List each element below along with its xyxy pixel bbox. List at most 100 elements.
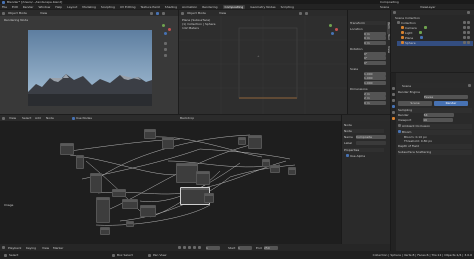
gizmo-x-icon[interactable] [335,28,338,31]
node-output[interactable] [288,167,296,175]
image-editor-area[interactable]: Object Mode View Plane (Subsurface) (1) … [179,10,347,114]
node-render-layers[interactable] [60,143,74,155]
node-glare[interactable] [162,137,174,149]
output-tab-icon[interactable] [392,99,395,102]
pan-hand-icon[interactable] [164,48,167,51]
eye-icon[interactable] [463,26,466,29]
editor-type-icon[interactable] [393,11,396,14]
node-node-menu[interactable]: Node [46,116,56,120]
viewport-area[interactable]: Object Mode View Rendering Node [0,10,178,114]
node-input-b[interactable] [90,173,102,193]
tab-animation[interactable]: Animation [182,5,197,9]
node-editor-area[interactable]: View Select Add Node Use Nodes Backdrop [0,115,341,244]
node-reroute-b[interactable] [126,221,134,227]
outliner-scene-collection[interactable]: Scene Collection [395,16,465,20]
node-add-menu[interactable]: Add [35,116,45,120]
node-view-menu[interactable]: View [9,116,21,120]
play-icon[interactable] [188,246,191,249]
playback-menu[interactable]: Playback [8,246,24,250]
prev-keyframe-icon[interactable] [183,246,186,249]
node-composite[interactable] [262,159,270,167]
dimensions-z-field[interactable]: 0 m [364,100,386,105]
render-button[interactable]: Render [434,101,468,106]
menu-file[interactable]: File [2,5,7,9]
proportional-edit-icon[interactable] [305,11,308,15]
location-x-field[interactable]: 0 m [364,31,386,36]
jump-end-icon[interactable] [198,246,201,249]
filter-icon[interactable] [467,11,470,14]
eye-icon[interactable] [463,31,466,34]
editor-type-icon[interactable] [2,116,5,120]
menu-help[interactable]: Help [55,5,62,9]
eye-icon[interactable] [463,41,466,44]
image-editor-gizmo[interactable] [325,22,341,38]
camera-render-icon[interactable] [466,41,470,44]
end-frame-field[interactable]: 250 [264,245,278,250]
tab-compositing[interactable]: Compositing [222,4,246,9]
rotation-x-field[interactable]: 0° [364,51,386,56]
gizmo-y-icon[interactable] [162,24,165,27]
node-label-field[interactable] [356,141,386,145]
gizmo-z-icon[interactable] [164,32,167,35]
current-frame-field[interactable]: 1 [206,245,220,250]
scale-y-field[interactable]: 1.000 [364,76,386,80]
tab-geometry-nodes[interactable]: Geometry Nodes [250,5,275,9]
menu-edit[interactable]: Edit [12,5,18,9]
subsurface-scattering-panel[interactable]: Subsurface Scattering [398,150,472,155]
use-alpha-checkbox-icon[interactable] [346,154,349,157]
node-input-c[interactable] [96,197,110,223]
location-z-field[interactable]: 0 m [364,40,386,45]
camera-render-icon[interactable] [466,31,470,34]
ambient-occlusion-panel[interactable]: Ambient Occlusion [398,124,472,129]
node-name-field[interactable]: Composite [356,135,386,139]
viewport-samples-field[interactable]: 16 [423,118,454,122]
viewport-view-menu[interactable]: View [40,11,55,15]
snap-icon[interactable] [299,11,302,15]
backdrop-toggle[interactable]: Backdrop [180,116,200,120]
location-y-field[interactable]: 0 m [364,36,386,40]
pin-icon[interactable] [468,84,471,87]
node-viewer-a[interactable] [248,135,262,149]
start-frame-field[interactable]: 1 [238,245,252,250]
object-tab-icon[interactable] [392,117,395,120]
tab-texture-paint[interactable]: Texture Paint [140,5,159,9]
render-samples-field[interactable]: 64 [423,113,454,117]
node-mix-b[interactable] [122,199,138,209]
node-sidebar-tab[interactable]: Node [344,123,384,127]
keying-menu[interactable]: Keying [26,246,40,250]
gizmo-y-icon[interactable] [329,24,332,27]
node-reroute-a[interactable] [100,227,110,235]
tab-modeling[interactable]: Modeling [82,5,96,9]
checkbox-checked-icon[interactable] [398,130,401,133]
n-panel-title[interactable]: Transform [350,21,386,25]
navigation-gizmo[interactable] [158,22,174,38]
tab-shading[interactable]: Shading [165,5,177,9]
timeline-view-menu[interactable]: View [42,246,52,250]
node-blur[interactable] [144,129,156,139]
editor-type-icon[interactable] [181,11,184,15]
node-rgb-curves[interactable] [238,137,246,145]
render-engine-dropdown[interactable]: Eevee [424,95,468,99]
use-alpha-row[interactable]: Use Alpha [346,154,386,158]
render-tab-icon[interactable] [392,93,395,96]
node-properties-title[interactable]: Properties [344,148,384,152]
scale-z-field[interactable]: 1.000 [364,80,386,85]
node-viewer-b[interactable] [270,165,280,173]
node-lens-distortion[interactable] [204,193,214,203]
dimensions-y-field[interactable]: 2 m [364,96,386,100]
gizmo-z-icon[interactable] [331,32,334,35]
marker-menu[interactable]: Marker [53,246,67,250]
node-mix-a[interactable] [112,189,126,197]
rotation-z-field[interactable]: 0° [364,60,386,65]
node-alpha-over[interactable] [176,163,198,183]
gizmo-x-icon[interactable] [168,28,171,31]
shading-rendered-icon[interactable] [156,11,159,15]
node-hue-sat[interactable] [196,171,210,185]
scale-x-field[interactable]: 1.000 [364,71,386,76]
view-layer-selector[interactable]: ViewLayer [420,5,460,9]
tab-scripting[interactable]: Scripting [281,5,294,9]
image-editor-mode-dropdown[interactable]: Object Mode [187,11,217,15]
scene-selector[interactable]: Scene [380,5,410,9]
shading-solid-icon[interactable] [150,11,153,15]
viewport-mode-dropdown[interactable]: Object Mode [8,11,38,15]
